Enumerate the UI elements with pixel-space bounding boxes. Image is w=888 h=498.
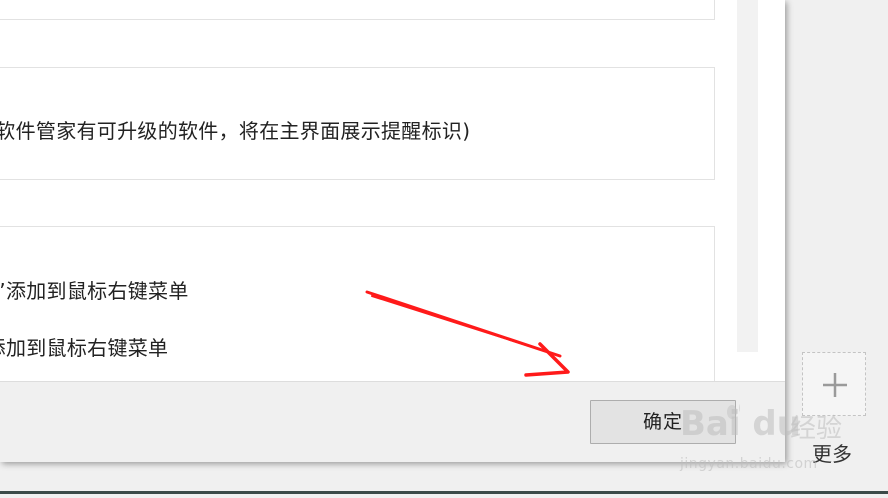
upgrade-notice-text: 现软件管家有可升级的软件，将在主界面展示提醒标识) <box>0 119 471 143</box>
settings-section-upgrade: 现软件管家有可升级的软件，将在主界面展示提醒标识) <box>0 67 715 180</box>
context-menu-option-2[interactable]: ”添加到鼠标右键菜单 <box>0 332 168 361</box>
context-menu-option-1[interactable]: 杀”添加到鼠标右键菜单 <box>0 275 189 304</box>
settings-section-context-menu: 杀”添加到鼠标右键菜单 ”添加到鼠标右键菜单 <box>0 226 715 398</box>
scrollbar-track[interactable] <box>737 0 758 352</box>
ok-button[interactable]: 确定 <box>590 400 736 444</box>
window-bottom-border <box>0 491 888 494</box>
add-more-button[interactable] <box>802 352 866 416</box>
plus-icon <box>823 373 847 397</box>
dialog-footer: 确定 <box>0 381 785 462</box>
more-label[interactable]: 更多 <box>812 438 852 467</box>
settings-dialog: 现软件管家有可升级的软件，将在主界面展示提醒标识) 杀”添加到鼠标右键菜单 ”添… <box>0 0 785 462</box>
settings-section-top <box>0 0 715 20</box>
